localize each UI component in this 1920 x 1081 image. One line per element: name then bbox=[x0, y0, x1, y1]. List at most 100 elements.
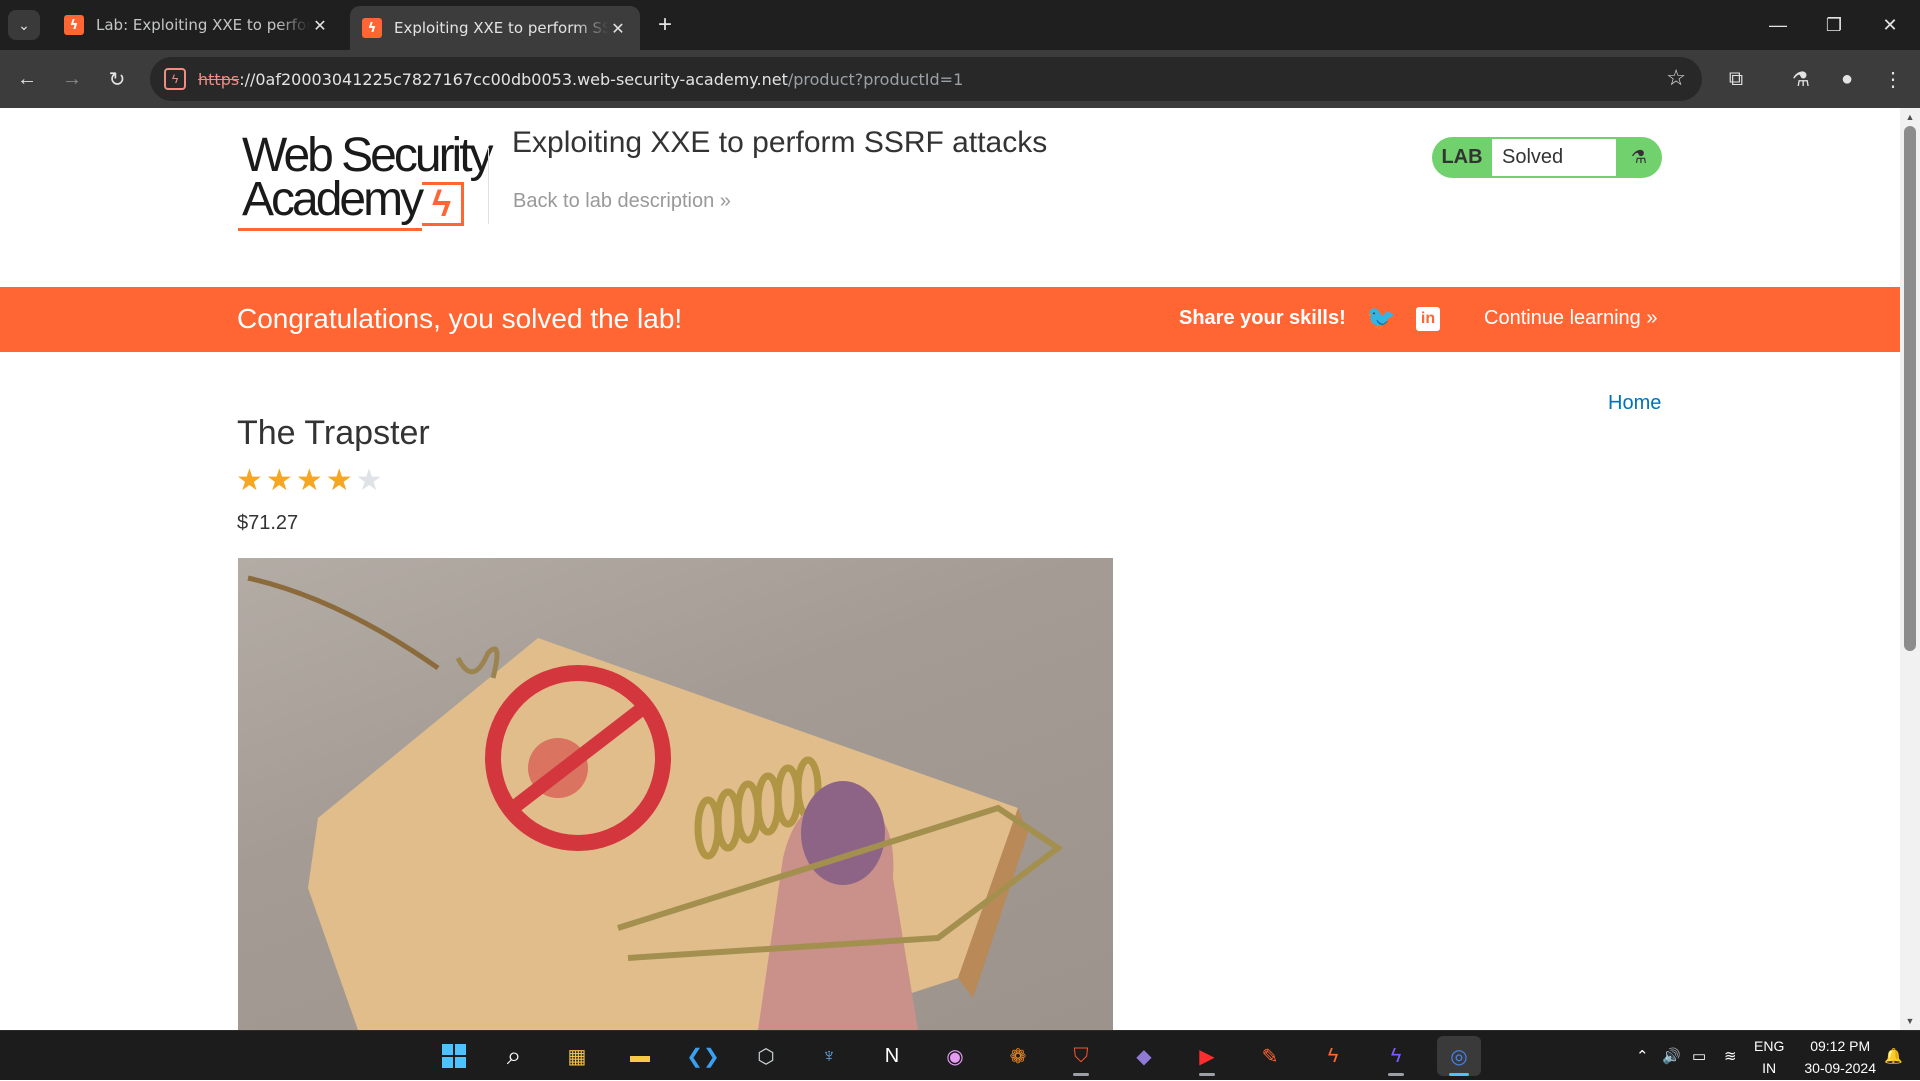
solved-banner: Congratulations, you solved the lab! Sha… bbox=[0, 287, 1900, 352]
not-secure-icon[interactable]: ϟ bbox=[164, 68, 186, 90]
extensions-icon[interactable]: ⧉ bbox=[1719, 62, 1753, 96]
header-divider bbox=[488, 148, 489, 224]
address-bar[interactable]: ϟ https://0af20003041225c7827167cc00db00… bbox=[150, 57, 1702, 101]
url-host: ://0af20003041225c7827167cc00db0053.web-… bbox=[239, 69, 788, 89]
product-rating: ★ ★ ★ ★ ★ bbox=[236, 466, 383, 496]
double-chevron-right-icon: » bbox=[1646, 307, 1658, 329]
tab-lab-product[interactable]: ϟ Exploiting XXE to perform SSRF attacks… bbox=[350, 6, 640, 50]
running-indicator bbox=[1388, 1073, 1404, 1076]
star-filled-icon: ★ bbox=[236, 464, 263, 497]
windows-taskbar: ⌕ ▦ ▬ ❮❯ ⬡ ♆ N ◉ ❁ ⛉ ◆ ▶ ✎ ϟ ϟ ◎ ⌃ 🔊 ▭ ≋… bbox=[0, 1030, 1920, 1080]
logo-line2: Academy bbox=[242, 173, 424, 226]
search-icon[interactable]: ⌕ bbox=[492, 1036, 536, 1076]
flask-icon: ⚗ bbox=[1630, 147, 1648, 167]
lab-status-value: Solved bbox=[1492, 139, 1616, 176]
notion-icon[interactable]: N bbox=[870, 1036, 914, 1076]
browser-toolbar: ← → ↻ ϟ https://0af20003041225c7827167cc… bbox=[0, 50, 1920, 108]
star-empty-icon: ★ bbox=[355, 464, 383, 497]
congratulations-message: Congratulations, you solved the lab! bbox=[237, 303, 683, 334]
labs-flask-icon[interactable]: ⚗ bbox=[1784, 62, 1818, 96]
product-image bbox=[238, 558, 1113, 1030]
fl-studio-icon[interactable]: ❁ bbox=[996, 1036, 1040, 1076]
tab-title: Lab: Exploiting XXE to perform SSRF atta… bbox=[96, 16, 310, 34]
home-link[interactable]: Home bbox=[1608, 392, 1661, 415]
mousetrap-illustration bbox=[247, 575, 1064, 1030]
continue-learning-link[interactable]: Continue learning » bbox=[1484, 307, 1657, 330]
battery-icon[interactable]: ▭ bbox=[1692, 1031, 1706, 1081]
portswigger-favicon-icon: ϟ bbox=[64, 15, 84, 35]
bookmark-star-icon[interactable]: ☆ bbox=[1666, 65, 1686, 91]
back-link-label: Back to lab description bbox=[513, 190, 715, 212]
portswigger-app-icon[interactable]: ϟ bbox=[1311, 1036, 1355, 1076]
forward-button[interactable]: → bbox=[55, 62, 89, 96]
brave-browser-icon[interactable]: ⛉ bbox=[1059, 1036, 1103, 1076]
lab-status-widget: LAB Solved ⚗ bbox=[1432, 137, 1662, 178]
scroll-down-icon[interactable]: ▼ bbox=[1904, 1016, 1916, 1026]
scrollbar-thumb[interactable] bbox=[1904, 126, 1916, 651]
vscode-icon[interactable]: ❮❯ bbox=[681, 1036, 725, 1076]
language-code: ENG bbox=[1754, 1038, 1785, 1054]
url-path: /product?productId=1 bbox=[787, 69, 964, 89]
running-indicator bbox=[1073, 1073, 1089, 1076]
close-tab-icon[interactable]: ✕ bbox=[608, 19, 628, 38]
virtualbox-icon[interactable]: ⬡ bbox=[744, 1036, 788, 1076]
lab-title: Exploiting XXE to perform SSRF attacks bbox=[512, 126, 1048, 159]
menu-kebab-icon[interactable]: ⋮ bbox=[1876, 62, 1910, 96]
arrow-right-icon: → bbox=[62, 67, 82, 90]
notification-bell-icon[interactable]: 🔔 bbox=[1884, 1031, 1903, 1081]
logo-underline bbox=[238, 228, 422, 231]
new-tab-button[interactable]: + bbox=[650, 10, 680, 40]
show-hidden-icons-chevron-up-icon[interactable]: ⌃ bbox=[1636, 1031, 1649, 1081]
start-windows-icon[interactable] bbox=[432, 1036, 476, 1076]
twitter-icon[interactable]: 🐦 bbox=[1366, 305, 1396, 332]
tab-search-button[interactable]: ⌄ bbox=[8, 10, 40, 40]
linkedin-icon[interactable]: in bbox=[1416, 307, 1440, 331]
system-clock[interactable]: 09:12 PM 30-09-2024 bbox=[1804, 1035, 1876, 1079]
star-filled-icon: ★ bbox=[265, 464, 293, 497]
tab-lab-description[interactable]: ϟ Lab: Exploiting XXE to perform SSRF at… bbox=[52, 8, 342, 42]
kali-dragon-icon[interactable]: ♆ bbox=[807, 1036, 851, 1076]
chrome-icon[interactable]: ◎ bbox=[1437, 1036, 1481, 1076]
scroll-up-icon[interactable]: ▲ bbox=[1904, 112, 1916, 122]
product-price: $71.27 bbox=[237, 512, 299, 534]
double-chevron-right-icon: » bbox=[719, 190, 731, 212]
lightning-app-icon[interactable]: ϟ bbox=[1374, 1036, 1418, 1076]
burp-suite-icon[interactable]: ✎ bbox=[1248, 1036, 1292, 1076]
restore-button[interactable]: ❐ bbox=[1806, 0, 1862, 50]
reload-icon: ↻ bbox=[108, 68, 126, 91]
browser-tab-strip: ⌄ ϟ Lab: Exploiting XXE to perform SSRF … bbox=[0, 0, 1920, 50]
youtube-app-icon[interactable]: ▶ bbox=[1185, 1036, 1229, 1076]
star-filled-icon: ★ bbox=[325, 464, 353, 497]
proton-pass-icon[interactable]: ◉ bbox=[933, 1036, 977, 1076]
volume-icon[interactable]: 🔊 bbox=[1662, 1031, 1681, 1081]
back-to-lab-description-link[interactable]: Back to lab description » bbox=[513, 190, 731, 213]
product-title: The Trapster bbox=[237, 414, 430, 452]
portswigger-favicon-icon: ϟ bbox=[362, 18, 382, 38]
lab-status-label: LAB bbox=[1441, 146, 1483, 168]
close-tab-icon[interactable]: ✕ bbox=[310, 16, 330, 35]
chevron-down-icon: ⌄ bbox=[18, 16, 30, 33]
clock-time: 09:12 PM bbox=[1810, 1038, 1871, 1054]
obsidian-icon[interactable]: ◆ bbox=[1122, 1036, 1166, 1076]
back-button[interactable]: ← bbox=[10, 62, 44, 96]
academy-logo[interactable]: Web Security Academy ϟ bbox=[238, 132, 498, 232]
arrow-left-icon: ← bbox=[17, 67, 37, 90]
minimize-button[interactable]: — bbox=[1750, 0, 1806, 50]
url-text: https://0af20003041225c7827167cc00db0053… bbox=[198, 70, 963, 89]
profile-icon[interactable]: ● bbox=[1830, 62, 1864, 96]
microsoft-store-icon[interactable]: ▦ bbox=[555, 1036, 599, 1076]
file-explorer-icon[interactable]: ▬ bbox=[618, 1036, 662, 1076]
star-filled-icon: ★ bbox=[295, 464, 323, 497]
page-viewport: Web Security Academy ϟ Exploiting XXE to… bbox=[0, 108, 1920, 1030]
url-scheme: https bbox=[198, 69, 240, 89]
lightning-bolt-icon: ϟ bbox=[422, 182, 464, 226]
continue-learning-label: Continue learning bbox=[1484, 307, 1641, 329]
region-code: IN bbox=[1762, 1060, 1777, 1076]
close-window-button[interactable]: ✕ bbox=[1862, 0, 1918, 50]
wifi-icon[interactable]: ≋ bbox=[1724, 1031, 1737, 1081]
language-indicator[interactable]: ENG IN bbox=[1754, 1035, 1784, 1079]
share-skills-label: Share your skills! bbox=[1179, 307, 1346, 329]
page-scrollbar[interactable]: ▲ ▼ bbox=[1900, 108, 1920, 1030]
reload-button[interactable]: ↻ bbox=[100, 62, 134, 96]
active-indicator bbox=[1449, 1073, 1469, 1076]
